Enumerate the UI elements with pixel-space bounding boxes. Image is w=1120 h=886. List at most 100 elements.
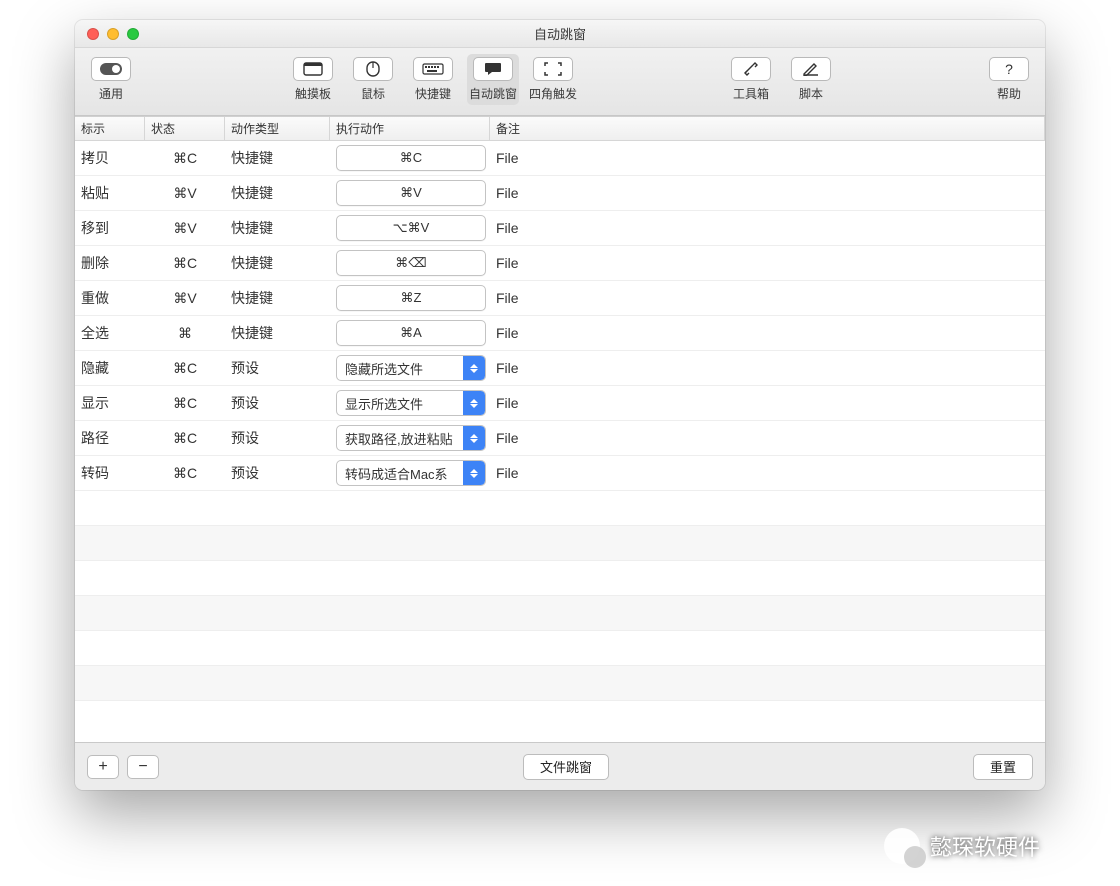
col-action[interactable]: 执行动作 bbox=[330, 117, 490, 140]
preferences-window: 自动跳窗 通用 触摸板 鼠标 bbox=[75, 20, 1045, 790]
titlebar: 自动跳窗 bbox=[75, 20, 1045, 48]
table-row[interactable]: 全选⌘快捷键⌘AFile bbox=[75, 316, 1045, 351]
table-row[interactable]: 重做⌘V快捷键 ⌘ZFile bbox=[75, 281, 1045, 316]
table-body[interactable]: 拷贝⌘C快捷键⌘CFile粘贴⌘V快捷键⌘VFile移到⌘V快捷键⌥⌘VFile… bbox=[75, 141, 1045, 742]
content-area: 标示 状态 动作类型 执行动作 备注 拷贝⌘C快捷键⌘CFile粘贴⌘V快捷键⌘… bbox=[75, 116, 1045, 742]
action-shortcut-button[interactable]: ⌥⌘V bbox=[336, 215, 486, 241]
row-action: 隐藏所选文件 bbox=[330, 355, 490, 381]
action-shortcut-button[interactable]: ⌘Z bbox=[336, 285, 486, 311]
table-row[interactable]: 转码⌘C预设转码成适合Mac系File bbox=[75, 456, 1045, 491]
row-remark: File bbox=[490, 185, 1045, 201]
row-status: ⌘V bbox=[145, 220, 225, 237]
row-action: 获取路径,放进粘贴 bbox=[330, 425, 490, 451]
action-shortcut-button[interactable]: ⌘V bbox=[336, 180, 486, 206]
row-label: 转码 bbox=[75, 463, 145, 483]
row-remark: File bbox=[490, 325, 1045, 341]
chevron-updown-icon bbox=[463, 461, 485, 485]
row-status: ⌘C bbox=[145, 360, 225, 377]
mouse-icon bbox=[353, 57, 393, 81]
tab-corner[interactable]: 四角触发 bbox=[527, 54, 579, 105]
action-preset-select[interactable]: 隐藏所选文件 bbox=[336, 355, 486, 381]
tab-autopopup[interactable]: 自动跳窗 bbox=[467, 54, 519, 105]
row-action: ⌘⌫ bbox=[330, 250, 490, 276]
chevron-updown-icon bbox=[463, 391, 485, 415]
empty-row bbox=[75, 596, 1045, 631]
table-row[interactable]: 隐藏⌘C预设隐藏所选文件File bbox=[75, 351, 1045, 386]
table-row[interactable]: 移到⌘V快捷键⌥⌘VFile bbox=[75, 211, 1045, 246]
row-remark: File bbox=[490, 290, 1045, 306]
table-row[interactable]: 路径⌘C预设获取路径,放进粘贴File bbox=[75, 421, 1045, 456]
row-action: ⌘Z bbox=[330, 285, 490, 311]
speech-icon bbox=[473, 57, 513, 81]
trackpad-icon bbox=[293, 57, 333, 81]
wechat-icon bbox=[884, 828, 920, 864]
table-row[interactable]: 显示⌘C预设显示所选文件File bbox=[75, 386, 1045, 421]
col-remark[interactable]: 备注 bbox=[490, 117, 1045, 140]
row-label: 显示 bbox=[75, 393, 145, 413]
row-remark: File bbox=[490, 150, 1045, 166]
tab-mouse[interactable]: 鼠标 bbox=[347, 54, 399, 105]
row-type: 预设 bbox=[225, 463, 330, 483]
window-title: 自动跳窗 bbox=[75, 24, 1045, 43]
row-type: 快捷键 bbox=[225, 323, 330, 343]
row-remark: File bbox=[490, 220, 1045, 236]
row-label: 删除 bbox=[75, 253, 145, 273]
row-status: ⌘V bbox=[145, 290, 225, 307]
table-row[interactable]: 删除⌘C快捷键⌘⌫File bbox=[75, 246, 1045, 281]
remove-button[interactable]: − bbox=[127, 755, 159, 779]
row-type: 快捷键 bbox=[225, 288, 330, 308]
tab-general[interactable]: 通用 bbox=[85, 54, 137, 105]
action-shortcut-button[interactable]: ⌘A bbox=[336, 320, 486, 346]
row-status: ⌘C bbox=[145, 430, 225, 447]
tab-trackpad[interactable]: 触摸板 bbox=[287, 54, 339, 105]
row-status: ⌘C bbox=[145, 465, 225, 482]
tab-script[interactable]: 脚本 bbox=[785, 54, 837, 105]
keyboard-icon bbox=[413, 57, 453, 81]
row-action: 显示所选文件 bbox=[330, 390, 490, 416]
row-action: ⌥⌘V bbox=[330, 215, 490, 241]
action-shortcut-button[interactable]: ⌘C bbox=[336, 145, 486, 171]
add-button[interactable]: + bbox=[87, 755, 119, 779]
row-action: 转码成适合Mac系 bbox=[330, 460, 490, 486]
tab-shortcut[interactable]: 快捷键 bbox=[407, 54, 459, 105]
footer: + − 文件跳窗 重置 bbox=[75, 742, 1045, 790]
row-type: 快捷键 bbox=[225, 183, 330, 203]
col-status[interactable]: 状态 bbox=[145, 117, 225, 140]
empty-row bbox=[75, 526, 1045, 561]
row-remark: File bbox=[490, 430, 1045, 446]
file-popup-button[interactable]: 文件跳窗 bbox=[523, 754, 609, 780]
row-type: 快捷键 bbox=[225, 218, 330, 238]
row-label: 粘贴 bbox=[75, 183, 145, 203]
row-type: 预设 bbox=[225, 358, 330, 378]
row-label: 重做 bbox=[75, 288, 145, 308]
row-label: 拷贝 bbox=[75, 148, 145, 168]
row-remark: File bbox=[490, 360, 1045, 376]
table-row[interactable]: 拷贝⌘C快捷键⌘CFile bbox=[75, 141, 1045, 176]
toolbar: 通用 触摸板 鼠标 快捷键 bbox=[75, 48, 1045, 116]
tab-help[interactable]: ? 帮助 bbox=[983, 54, 1035, 105]
empty-row bbox=[75, 631, 1045, 666]
row-remark: File bbox=[490, 255, 1045, 271]
row-label: 隐藏 bbox=[75, 358, 145, 378]
row-status: ⌘C bbox=[145, 395, 225, 412]
pencil-icon bbox=[791, 57, 831, 81]
row-action: ⌘V bbox=[330, 180, 490, 206]
watermark: 㦤琛软硬件 bbox=[884, 828, 1040, 864]
chevron-updown-icon bbox=[463, 426, 485, 450]
action-shortcut-button[interactable]: ⌘⌫ bbox=[336, 250, 486, 276]
row-type: 预设 bbox=[225, 393, 330, 413]
corners-icon bbox=[533, 57, 573, 81]
action-preset-select[interactable]: 转码成适合Mac系 bbox=[336, 460, 486, 486]
row-action: ⌘A bbox=[330, 320, 490, 346]
tab-toolbox[interactable]: 工具箱 bbox=[725, 54, 777, 105]
reset-button[interactable]: 重置 bbox=[973, 754, 1033, 780]
action-preset-select[interactable]: 显示所选文件 bbox=[336, 390, 486, 416]
table-row[interactable]: 粘贴⌘V快捷键⌘VFile bbox=[75, 176, 1045, 211]
col-label[interactable]: 标示 bbox=[75, 117, 145, 140]
row-remark: File bbox=[490, 465, 1045, 481]
col-type[interactable]: 动作类型 bbox=[225, 117, 330, 140]
row-type: 快捷键 bbox=[225, 148, 330, 168]
empty-row bbox=[75, 561, 1045, 596]
table-header: 标示 状态 动作类型 执行动作 备注 bbox=[75, 117, 1045, 141]
action-preset-select[interactable]: 获取路径,放进粘贴 bbox=[336, 425, 486, 451]
